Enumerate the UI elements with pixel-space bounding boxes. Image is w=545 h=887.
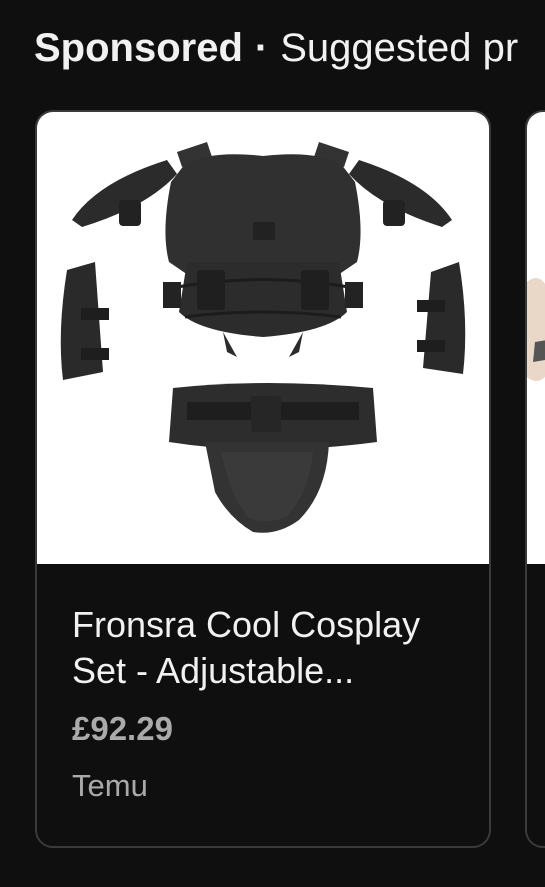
product-seller: Temu xyxy=(72,768,148,803)
next-product-card[interactable] xyxy=(525,110,545,848)
heading-separator: · xyxy=(254,26,269,70)
suggested-products-panel: Sponsored · Suggested pr Fronsra Cool Co… xyxy=(0,0,545,887)
next-product-image[interactable] xyxy=(527,112,545,564)
product-title[interactable]: Fronsra Cool Cosplay Set - Adjustable... xyxy=(72,602,472,694)
tactical-armor-set-image xyxy=(60,142,466,533)
sponsored-label: Sponsored xyxy=(34,26,243,70)
product-details: Fronsra Cool Cosplay Set - Adjustable...… xyxy=(37,564,489,846)
partial-product-image xyxy=(527,278,545,381)
product-card[interactable]: Fronsra Cool Cosplay Set - Adjustable...… xyxy=(35,110,491,848)
suggested-label: Suggested pr xyxy=(280,26,519,70)
section-heading: Sponsored · Suggested pr xyxy=(34,24,518,72)
product-price: £92.29 xyxy=(72,710,173,747)
product-image[interactable] xyxy=(37,112,489,564)
